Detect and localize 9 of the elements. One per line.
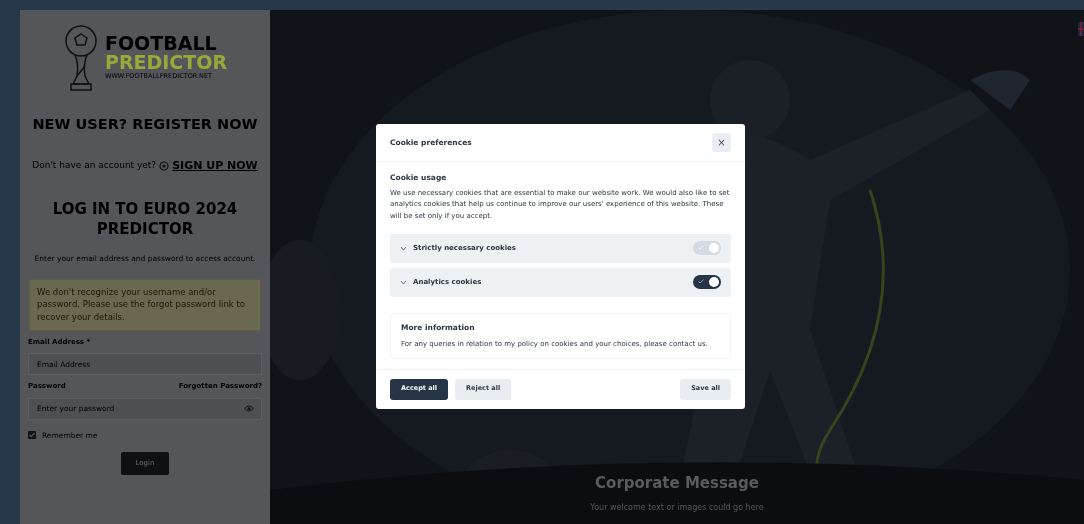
register-heading: NEW USER? REGISTER NOW: [32, 115, 258, 134]
login-heading: LOG IN TO EURO 2024 PREDICTOR: [51, 200, 239, 240]
hero-text: Your welcome text or images could go here: [589, 502, 765, 514]
register-prompt: Don't have an account yet?: [32, 159, 157, 173]
logo-subtitle: PREDICTOR: [104, 53, 228, 73]
hero-title: Corporate Message: [594, 473, 760, 494]
close-button[interactable]: ×: [712, 133, 731, 152]
logo-title: FOOTBALL: [104, 34, 218, 54]
error-alert: We don't recognize your username and/or password. Please use the forgot password link to recover your details.: [29, 278, 261, 331]
